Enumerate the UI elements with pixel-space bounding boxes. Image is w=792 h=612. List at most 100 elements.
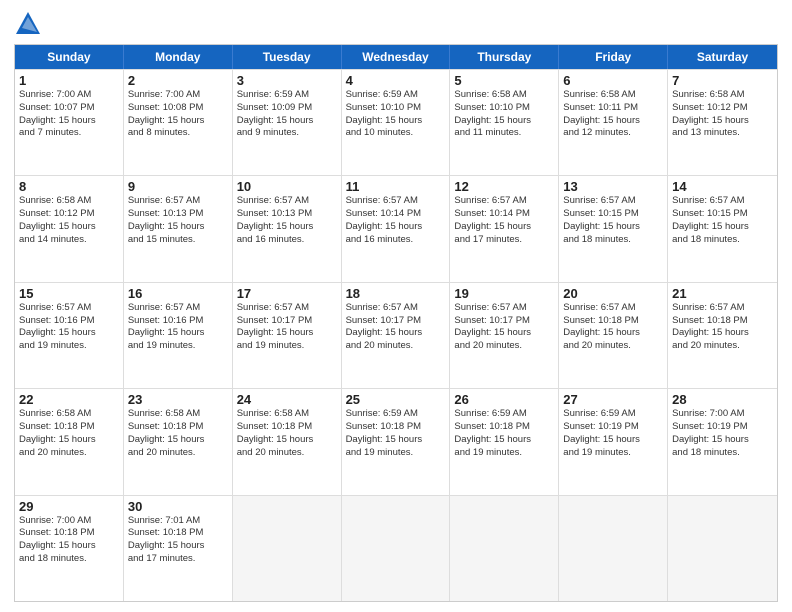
day-number: 22 xyxy=(19,392,119,407)
cal-cell: 27Sunrise: 6:59 AM Sunset: 10:19 PM Dayl… xyxy=(559,389,668,494)
calendar-body: 1Sunrise: 7:00 AM Sunset: 10:07 PM Dayli… xyxy=(15,69,777,601)
cal-cell xyxy=(342,496,451,601)
cal-cell: 15Sunrise: 6:57 AM Sunset: 10:16 PM Dayl… xyxy=(15,283,124,388)
day-info: Sunrise: 6:57 AM Sunset: 10:17 PM Daylig… xyxy=(346,302,446,353)
day-number: 15 xyxy=(19,286,119,301)
day-info: Sunrise: 6:58 AM Sunset: 10:18 PM Daylig… xyxy=(128,408,228,459)
cal-cell: 10Sunrise: 6:57 AM Sunset: 10:13 PM Dayl… xyxy=(233,176,342,281)
week-row-3: 15Sunrise: 6:57 AM Sunset: 10:16 PM Dayl… xyxy=(15,282,777,388)
day-info: Sunrise: 6:58 AM Sunset: 10:12 PM Daylig… xyxy=(672,89,773,140)
day-number: 7 xyxy=(672,73,773,88)
day-info: Sunrise: 6:58 AM Sunset: 10:10 PM Daylig… xyxy=(454,89,554,140)
cal-cell: 25Sunrise: 6:59 AM Sunset: 10:18 PM Dayl… xyxy=(342,389,451,494)
day-info: Sunrise: 6:57 AM Sunset: 10:18 PM Daylig… xyxy=(672,302,773,353)
day-number: 27 xyxy=(563,392,663,407)
cal-cell: 20Sunrise: 6:57 AM Sunset: 10:18 PM Dayl… xyxy=(559,283,668,388)
cal-cell: 1Sunrise: 7:00 AM Sunset: 10:07 PM Dayli… xyxy=(15,70,124,175)
day-number: 3 xyxy=(237,73,337,88)
day-info: Sunrise: 6:57 AM Sunset: 10:16 PM Daylig… xyxy=(19,302,119,353)
day-info: Sunrise: 6:57 AM Sunset: 10:13 PM Daylig… xyxy=(128,195,228,246)
day-info: Sunrise: 7:00 AM Sunset: 10:07 PM Daylig… xyxy=(19,89,119,140)
logo xyxy=(14,10,46,38)
week-row-2: 8Sunrise: 6:58 AM Sunset: 10:12 PM Dayli… xyxy=(15,175,777,281)
week-row-5: 29Sunrise: 7:00 AM Sunset: 10:18 PM Dayl… xyxy=(15,495,777,601)
cal-cell: 16Sunrise: 6:57 AM Sunset: 10:16 PM Dayl… xyxy=(124,283,233,388)
cal-cell xyxy=(668,496,777,601)
day-info: Sunrise: 6:59 AM Sunset: 10:18 PM Daylig… xyxy=(454,408,554,459)
header-day-monday: Monday xyxy=(124,45,233,69)
day-info: Sunrise: 6:59 AM Sunset: 10:09 PM Daylig… xyxy=(237,89,337,140)
cal-cell: 12Sunrise: 6:57 AM Sunset: 10:14 PM Dayl… xyxy=(450,176,559,281)
day-number: 4 xyxy=(346,73,446,88)
cal-cell: 9Sunrise: 6:57 AM Sunset: 10:13 PM Dayli… xyxy=(124,176,233,281)
header-day-friday: Friday xyxy=(559,45,668,69)
day-number: 1 xyxy=(19,73,119,88)
day-number: 13 xyxy=(563,179,663,194)
logo-icon xyxy=(14,10,42,38)
day-number: 19 xyxy=(454,286,554,301)
header-day-tuesday: Tuesday xyxy=(233,45,342,69)
day-number: 29 xyxy=(19,499,119,514)
cal-cell: 19Sunrise: 6:57 AM Sunset: 10:17 PM Dayl… xyxy=(450,283,559,388)
day-number: 2 xyxy=(128,73,228,88)
day-number: 18 xyxy=(346,286,446,301)
cal-cell: 13Sunrise: 6:57 AM Sunset: 10:15 PM Dayl… xyxy=(559,176,668,281)
cal-cell: 5Sunrise: 6:58 AM Sunset: 10:10 PM Dayli… xyxy=(450,70,559,175)
day-info: Sunrise: 7:00 AM Sunset: 10:18 PM Daylig… xyxy=(19,515,119,566)
day-info: Sunrise: 6:58 AM Sunset: 10:11 PM Daylig… xyxy=(563,89,663,140)
cal-cell: 4Sunrise: 6:59 AM Sunset: 10:10 PM Dayli… xyxy=(342,70,451,175)
cal-cell: 22Sunrise: 6:58 AM Sunset: 10:18 PM Dayl… xyxy=(15,389,124,494)
cal-cell: 14Sunrise: 6:57 AM Sunset: 10:15 PM Dayl… xyxy=(668,176,777,281)
cal-cell: 8Sunrise: 6:58 AM Sunset: 10:12 PM Dayli… xyxy=(15,176,124,281)
header-day-wednesday: Wednesday xyxy=(342,45,451,69)
day-info: Sunrise: 6:57 AM Sunset: 10:14 PM Daylig… xyxy=(346,195,446,246)
cal-cell: 21Sunrise: 6:57 AM Sunset: 10:18 PM Dayl… xyxy=(668,283,777,388)
day-info: Sunrise: 6:57 AM Sunset: 10:18 PM Daylig… xyxy=(563,302,663,353)
header-day-thursday: Thursday xyxy=(450,45,559,69)
day-number: 8 xyxy=(19,179,119,194)
day-number: 5 xyxy=(454,73,554,88)
cal-cell: 23Sunrise: 6:58 AM Sunset: 10:18 PM Dayl… xyxy=(124,389,233,494)
cal-cell: 30Sunrise: 7:01 AM Sunset: 10:18 PM Dayl… xyxy=(124,496,233,601)
day-number: 9 xyxy=(128,179,228,194)
cal-cell: 17Sunrise: 6:57 AM Sunset: 10:17 PM Dayl… xyxy=(233,283,342,388)
day-info: Sunrise: 7:01 AM Sunset: 10:18 PM Daylig… xyxy=(128,515,228,566)
day-info: Sunrise: 6:57 AM Sunset: 10:15 PM Daylig… xyxy=(672,195,773,246)
day-info: Sunrise: 6:58 AM Sunset: 10:12 PM Daylig… xyxy=(19,195,119,246)
day-info: Sunrise: 7:00 AM Sunset: 10:08 PM Daylig… xyxy=(128,89,228,140)
day-number: 12 xyxy=(454,179,554,194)
cal-cell: 24Sunrise: 6:58 AM Sunset: 10:18 PM Dayl… xyxy=(233,389,342,494)
calendar-header-row: SundayMondayTuesdayWednesdayThursdayFrid… xyxy=(15,45,777,69)
day-number: 25 xyxy=(346,392,446,407)
header xyxy=(14,10,778,38)
cal-cell xyxy=(559,496,668,601)
day-number: 26 xyxy=(454,392,554,407)
day-number: 28 xyxy=(672,392,773,407)
day-info: Sunrise: 6:59 AM Sunset: 10:18 PM Daylig… xyxy=(346,408,446,459)
day-number: 6 xyxy=(563,73,663,88)
header-day-saturday: Saturday xyxy=(668,45,777,69)
day-number: 14 xyxy=(672,179,773,194)
day-number: 10 xyxy=(237,179,337,194)
day-info: Sunrise: 6:57 AM Sunset: 10:17 PM Daylig… xyxy=(237,302,337,353)
cal-cell: 28Sunrise: 7:00 AM Sunset: 10:19 PM Dayl… xyxy=(668,389,777,494)
day-info: Sunrise: 6:57 AM Sunset: 10:13 PM Daylig… xyxy=(237,195,337,246)
day-info: Sunrise: 6:57 AM Sunset: 10:17 PM Daylig… xyxy=(454,302,554,353)
header-day-sunday: Sunday xyxy=(15,45,124,69)
cal-cell: 11Sunrise: 6:57 AM Sunset: 10:14 PM Dayl… xyxy=(342,176,451,281)
cal-cell xyxy=(450,496,559,601)
cal-cell: 3Sunrise: 6:59 AM Sunset: 10:09 PM Dayli… xyxy=(233,70,342,175)
day-number: 21 xyxy=(672,286,773,301)
day-info: Sunrise: 7:00 AM Sunset: 10:19 PM Daylig… xyxy=(672,408,773,459)
cal-cell: 29Sunrise: 7:00 AM Sunset: 10:18 PM Dayl… xyxy=(15,496,124,601)
day-info: Sunrise: 6:57 AM Sunset: 10:15 PM Daylig… xyxy=(563,195,663,246)
day-info: Sunrise: 6:59 AM Sunset: 10:10 PM Daylig… xyxy=(346,89,446,140)
day-number: 24 xyxy=(237,392,337,407)
day-info: Sunrise: 6:57 AM Sunset: 10:16 PM Daylig… xyxy=(128,302,228,353)
day-number: 11 xyxy=(346,179,446,194)
day-info: Sunrise: 6:59 AM Sunset: 10:19 PM Daylig… xyxy=(563,408,663,459)
cal-cell: 18Sunrise: 6:57 AM Sunset: 10:17 PM Dayl… xyxy=(342,283,451,388)
cal-cell: 7Sunrise: 6:58 AM Sunset: 10:12 PM Dayli… xyxy=(668,70,777,175)
day-info: Sunrise: 6:58 AM Sunset: 10:18 PM Daylig… xyxy=(19,408,119,459)
cal-cell: 26Sunrise: 6:59 AM Sunset: 10:18 PM Dayl… xyxy=(450,389,559,494)
